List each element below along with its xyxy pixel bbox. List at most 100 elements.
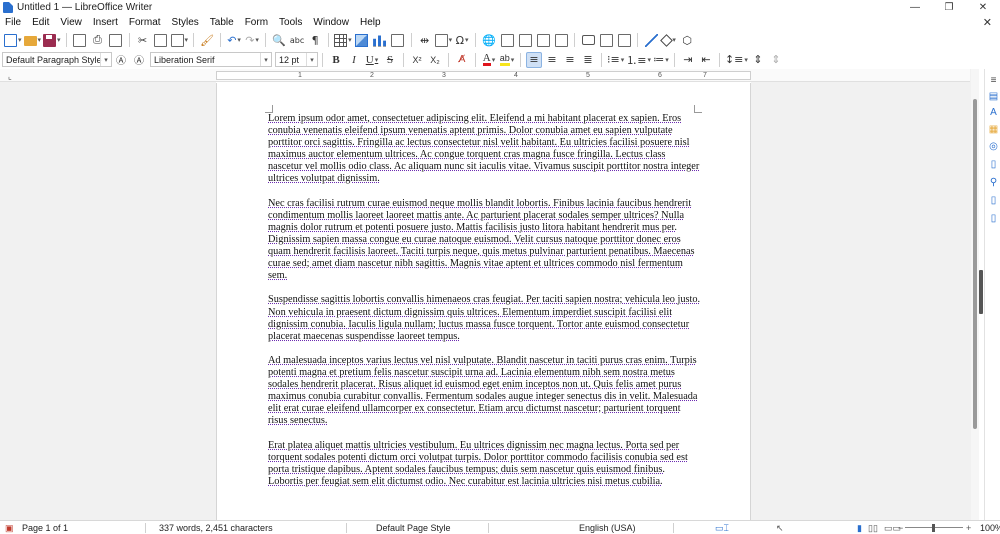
line-spacing-button[interactable]: ↕≡ (725, 52, 748, 68)
design-icon[interactable]: ▯ (988, 213, 999, 224)
document-modified-icon[interactable]: ▣ (5, 523, 14, 534)
insert-cross-reference-button[interactable] (553, 32, 569, 48)
save-button[interactable] (43, 32, 61, 48)
minimize-button[interactable]: — (898, 0, 932, 15)
justify-button[interactable]: ≣ (580, 52, 596, 68)
menu-view[interactable]: View (57, 17, 85, 28)
document-page[interactable]: Lorem ipsum odor amet, consectetuer adip… (216, 83, 751, 520)
formatting-marks-button[interactable]: ¶ (307, 32, 323, 48)
underline-button[interactable]: U (364, 52, 380, 68)
strikethrough-button[interactable]: S (382, 52, 398, 68)
insert-image-button[interactable] (354, 32, 370, 48)
clone-formatting-button[interactable]: 🖌 (199, 32, 215, 48)
language[interactable]: English (USA) (579, 523, 636, 533)
insert-textbox-button[interactable] (390, 32, 406, 48)
paragraph[interactable]: Lorem ipsum odor amet, consectetuer adip… (268, 113, 702, 186)
basic-shapes-button[interactable] (660, 32, 677, 48)
insert-line-button[interactable] (643, 32, 659, 48)
tab-stop-marker-icon[interactable]: ⌞ (8, 72, 12, 81)
menu-styles[interactable]: Styles (169, 17, 202, 28)
subscript-button[interactable]: X₂ (427, 52, 443, 68)
insert-page-break-button[interactable]: ⇹ (417, 32, 433, 48)
menu-table[interactable]: Table (207, 17, 237, 28)
export-pdf-button[interactable] (72, 32, 88, 48)
styles-icon[interactable]: A (988, 107, 999, 118)
zoom-in-icon[interactable]: + (966, 523, 971, 533)
selection-mode-icon[interactable]: ▭⌶ (715, 523, 729, 534)
find-replace-button[interactable]: 🔍 (271, 32, 287, 48)
align-center-button[interactable]: ≡ (544, 52, 560, 68)
paragraph[interactable]: Ad malesuada inceptos varius lectus vel … (268, 355, 702, 428)
highlight-color-button[interactable]: ab (499, 52, 515, 68)
decrease-indent-button[interactable]: ⇤ (698, 52, 714, 68)
outline-list-button[interactable]: ≔ (653, 52, 669, 68)
insert-special-char-button[interactable]: Ω (454, 32, 470, 48)
new-document-button[interactable] (4, 32, 22, 48)
zoom-out-icon[interactable]: − (898, 523, 903, 533)
insert-field-button[interactable] (434, 32, 453, 48)
font-size-select[interactable]: 12 pt ▾ (275, 52, 318, 67)
increase-indent-button[interactable]: ⇥ (680, 52, 696, 68)
menu-window[interactable]: Window (310, 17, 352, 28)
superscript-button[interactable]: X² (409, 52, 425, 68)
undo-button[interactable]: ↶ (226, 32, 242, 48)
menu-insert[interactable]: Insert (90, 17, 121, 28)
menu-form[interactable]: Form (242, 17, 271, 28)
insert-table-button[interactable] (334, 32, 352, 48)
paragraph[interactable]: Nec cras facilisi rutrum curae euismod n… (268, 198, 702, 283)
insert-endnote-button[interactable] (517, 32, 533, 48)
show-track-changes-button[interactable] (616, 32, 632, 48)
page-count[interactable]: Page 1 of 1 (22, 523, 68, 533)
increase-paragraph-spacing-button[interactable]: ⇕ (750, 52, 766, 68)
multi-page-view-icon[interactable]: ▯▯ (868, 523, 878, 534)
track-changes-button[interactable] (598, 32, 614, 48)
manage-changes-icon[interactable]: ▯ (988, 195, 999, 206)
cut-button[interactable]: ✂ (135, 32, 151, 48)
word-count[interactable]: 337 words, 2,451 characters (159, 523, 273, 533)
insert-comment-button[interactable] (580, 32, 596, 48)
close-document-button[interactable]: ✕ (983, 16, 992, 29)
page-icon[interactable]: ▯ (988, 159, 999, 170)
navigator-icon[interactable]: ◎ (988, 141, 999, 152)
insert-chart-button[interactable] (372, 32, 388, 48)
menu-format[interactable]: Format (126, 17, 164, 28)
menu-tools[interactable]: Tools (276, 17, 305, 28)
font-name-select[interactable]: Liberation Serif ▾ (150, 52, 272, 67)
menu-edit[interactable]: Edit (29, 17, 52, 28)
single-page-view-icon[interactable]: ▮ (857, 523, 862, 534)
zoom-level[interactable]: 100% (980, 523, 1000, 533)
paragraph[interactable]: Suspendisse sagittis lobortis convallis … (268, 294, 702, 342)
properties-icon[interactable]: ▤ (988, 91, 999, 102)
align-right-button[interactable]: ≡ (562, 52, 578, 68)
italic-button[interactable]: I (346, 52, 362, 68)
zoom-slider-knob[interactable] (932, 524, 935, 532)
draw-functions-button[interactable]: ⬡ (679, 32, 695, 48)
insert-bookmark-button[interactable] (535, 32, 551, 48)
align-left-button[interactable]: ≡ (526, 51, 542, 68)
gallery-icon[interactable]: ▦ (988, 124, 999, 135)
close-window-button[interactable]: ✕ (966, 0, 1000, 15)
sidebar-collapse-handle[interactable] (979, 270, 983, 314)
insert-hyperlink-button[interactable]: 🌐 (481, 32, 497, 48)
paragraph-style-select[interactable]: Default Paragraph Style ▾ (2, 52, 112, 67)
paste-button[interactable] (170, 32, 189, 48)
font-color-button[interactable]: A (481, 52, 497, 68)
scrollbar-thumb[interactable] (973, 99, 977, 429)
new-style-button[interactable]: Ⓐ (131, 52, 147, 68)
document-body[interactable]: Lorem ipsum odor amet, consectetuer adip… (268, 113, 702, 500)
decrease-paragraph-spacing-button[interactable]: ⇕ (768, 52, 784, 68)
insert-footnote-button[interactable] (499, 32, 515, 48)
paragraph[interactable]: Erat platea aliquet mattis ultricies ves… (268, 440, 702, 488)
horizontal-ruler[interactable]: ⌞ 1 2 3 4 5 6 7 (0, 69, 970, 82)
print-preview-button[interactable] (108, 32, 124, 48)
copy-button[interactable] (153, 32, 169, 48)
menu-file[interactable]: File (2, 17, 24, 28)
open-button[interactable] (23, 32, 42, 48)
vertical-scrollbar[interactable] (971, 69, 979, 520)
maximize-button[interactable]: ❐ (932, 0, 966, 15)
bold-button[interactable]: B (328, 52, 344, 68)
print-button[interactable]: ⎙ (90, 32, 106, 48)
bullet-list-button[interactable]: ⁝≡ (607, 52, 624, 68)
spelling-button[interactable]: abc (289, 32, 305, 48)
clear-formatting-button[interactable]: A̸ (454, 52, 470, 68)
